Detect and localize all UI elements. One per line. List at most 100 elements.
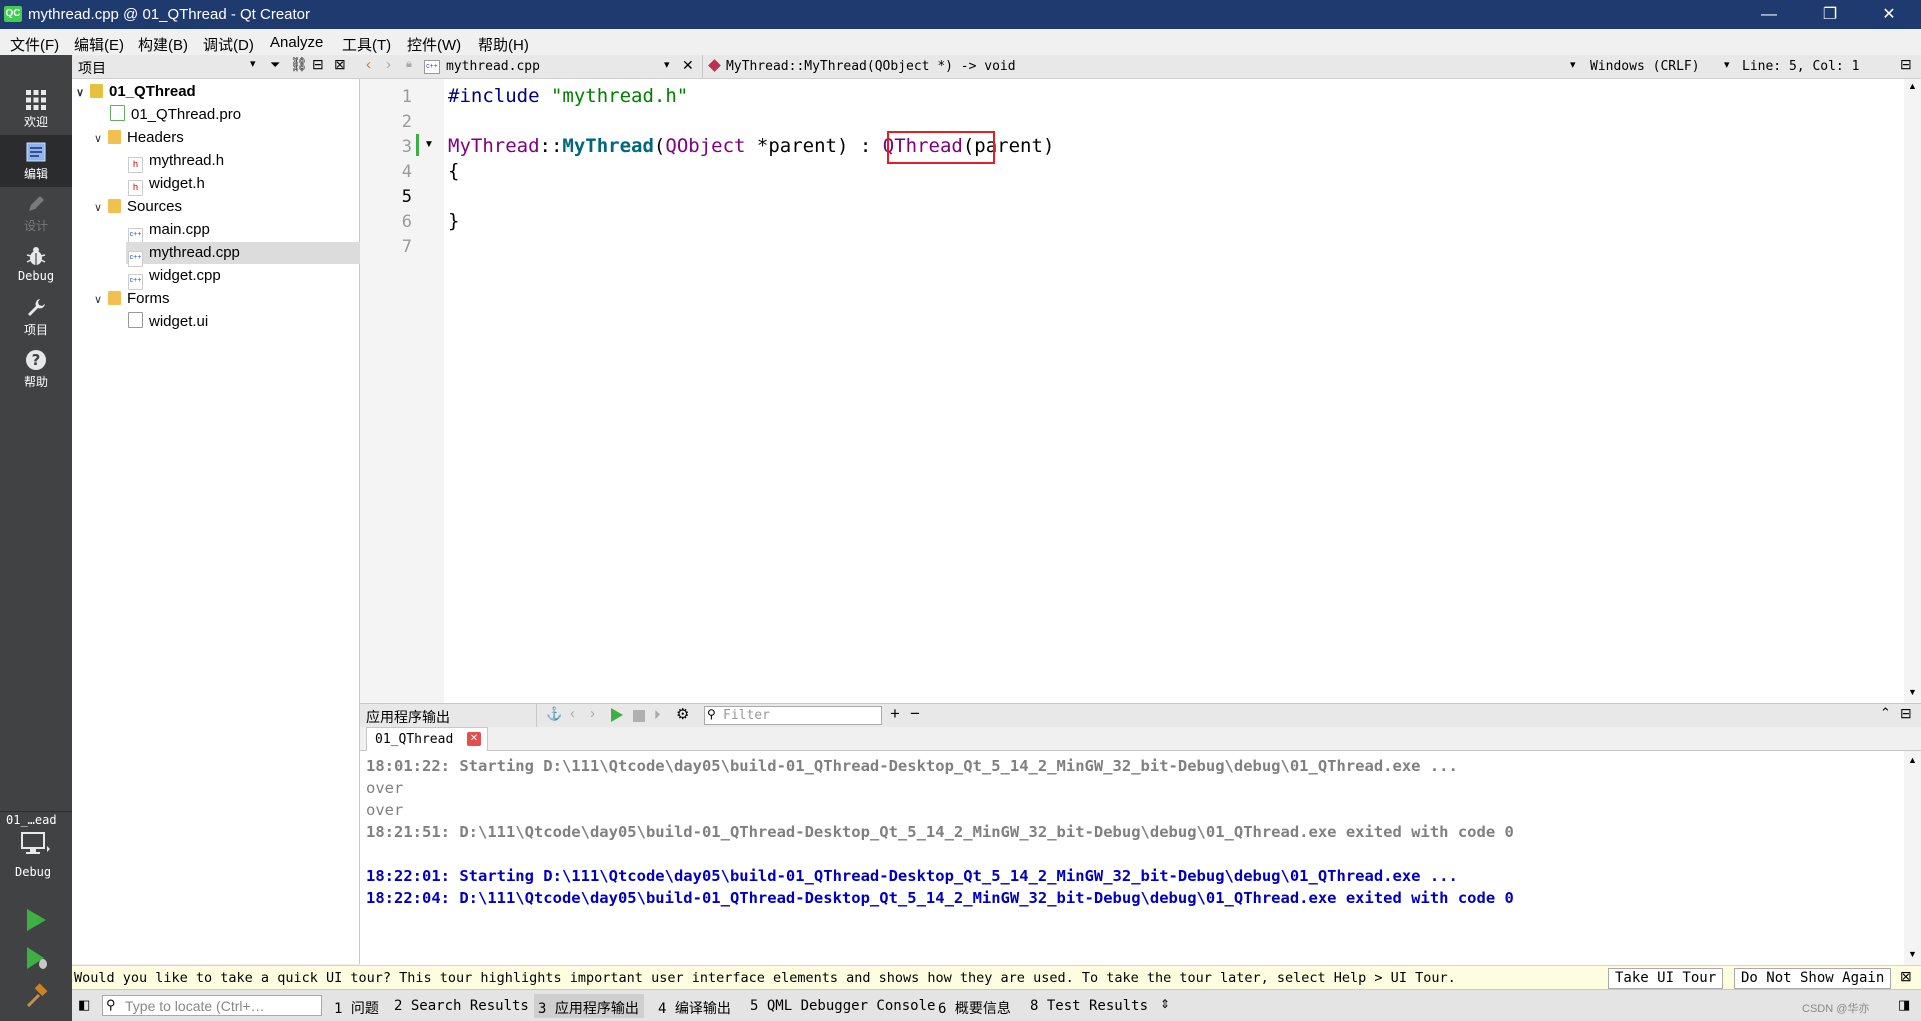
- nav-back-icon[interactable]: ‹: [366, 56, 371, 73]
- application-output[interactable]: 18:01:22: Starting D:\111\Qtcode\day05\b…: [360, 751, 1904, 965]
- nav-next-icon[interactable]: ›: [590, 705, 595, 722]
- gear-icon[interactable]: ⚙: [676, 705, 689, 723]
- view-dropdown-chevron-icon[interactable]: ▾: [250, 57, 256, 70]
- more-tabs-chevron-icon[interactable]: ⇕: [1160, 997, 1170, 1011]
- filter-input[interactable]: ⚲ Filter: [704, 706, 882, 725]
- scroll-up-arrow-icon[interactable]: ▲: [1908, 755, 1917, 765]
- menu-tools[interactable]: 工具(T): [342, 34, 391, 55]
- menu-build[interactable]: 构建(B): [138, 34, 188, 55]
- tree-item-widget-cpp[interactable]: c++ widget.cpp: [128, 265, 221, 290]
- kit-build-config: Debug: [15, 865, 52, 879]
- tree-item-forms[interactable]: ∨ Forms: [94, 288, 170, 310]
- chevron-down-icon[interactable]: ∨: [94, 289, 108, 311]
- tree-item-widget-ui[interactable]: widget.ui: [128, 311, 208, 333]
- status-tab-issues[interactable]: 1 问题: [334, 998, 379, 1018]
- link-editor-icon[interactable]: ⛓: [290, 56, 308, 73]
- tree-item-mythread-h[interactable]: h mythread.h: [128, 150, 224, 173]
- line-ending-chevron-icon[interactable]: ▾: [1724, 58, 1730, 71]
- infobar-message: Would you like to take a quick UI tour? …: [74, 970, 1456, 986]
- locator-input[interactable]: ⚲ Type to locate (Ctrl+…: [102, 995, 322, 1016]
- filter-icon[interactable]: ⏷: [270, 57, 280, 73]
- close-infobar-icon[interactable]: ⊠: [1900, 968, 1912, 985]
- close-document-icon[interactable]: ✕: [682, 57, 694, 74]
- zoom-out-icon[interactable]: −: [910, 704, 920, 724]
- tree-item-sources[interactable]: ∨ Sources: [94, 196, 182, 218]
- toggle-output-pane-icon[interactable]: ◨: [1898, 997, 1910, 1013]
- zoom-in-icon[interactable]: +: [890, 704, 900, 724]
- tree-item-01-qthread[interactable]: ∨ 01_QThread: [76, 81, 196, 103]
- fold-arrow-icon[interactable]: ▼: [424, 139, 434, 150]
- output-tab-01-qthread[interactable]: 01_QThread ✕: [366, 727, 488, 751]
- line-number-current: 5: [401, 187, 412, 207]
- nav-forward-icon[interactable]: ›: [386, 56, 391, 73]
- mode-help[interactable]: ? 帮助: [0, 343, 72, 395]
- menu-widgets[interactable]: 控件(W): [407, 34, 461, 55]
- status-tab-application-output[interactable]: 3 应用程序输出: [538, 998, 639, 1018]
- cursor-position[interactable]: Line: 5, Col: 1: [1742, 59, 1859, 74]
- tree-item-widget-h[interactable]: h widget.h: [128, 173, 205, 196]
- kit-selector[interactable]: [20, 831, 50, 860]
- nav-prev-icon[interactable]: ‹: [570, 705, 575, 722]
- mode-design[interactable]: 设计: [0, 187, 72, 239]
- line-number: 4: [401, 162, 412, 182]
- current-file-name[interactable]: mythread.cpp: [446, 59, 540, 74]
- chevron-down-icon[interactable]: ∨: [94, 128, 108, 150]
- ui-file-icon: [128, 312, 143, 328]
- file-dropdown-chevron-icon[interactable]: ▾: [664, 58, 670, 71]
- modified-line-marker: [416, 134, 419, 156]
- mode-welcome[interactable]: 欢迎: [0, 83, 72, 135]
- rerun-icon[interactable]: [610, 707, 624, 726]
- attach-icon[interactable]: ⚓: [546, 706, 562, 722]
- editor-vertical-scrollbar[interactable]: ▲ ▼: [1904, 79, 1921, 703]
- tree-item-mythread-cpp[interactable]: c++ mythread.cpp: [126, 242, 360, 267]
- split-editor-icon[interactable]: ⊟: [1900, 56, 1912, 73]
- attach-debugger-icon[interactable]: ⏵: [654, 707, 661, 723]
- menu-edit[interactable]: 编辑(E): [74, 34, 124, 55]
- scroll-up-arrow-icon[interactable]: ▲: [1908, 81, 1917, 91]
- restore-button[interactable]: ❐: [1810, 3, 1850, 27]
- maximize-pane-icon[interactable]: ⌃: [1880, 705, 1891, 721]
- do-not-show-again-button[interactable]: Do Not Show Again: [1734, 968, 1892, 989]
- kit-name[interactable]: 01_…ead: [6, 813, 57, 827]
- minimize-button[interactable]: —: [1749, 3, 1789, 27]
- scroll-down-arrow-icon[interactable]: ▼: [1908, 949, 1917, 959]
- close-tab-icon[interactable]: ✕: [467, 732, 481, 746]
- status-tab-test-results[interactable]: 8 Test Results: [1030, 998, 1148, 1014]
- output-vertical-scrollbar[interactable]: ▲ ▼: [1904, 751, 1921, 965]
- take-ui-tour-button[interactable]: Take UI Tour: [1608, 968, 1724, 989]
- menu-analyze[interactable]: Analyze: [270, 34, 323, 51]
- menu-debug[interactable]: 调试(D): [203, 34, 254, 55]
- close-pane-icon[interactable]: ⊠: [334, 56, 346, 73]
- project-folder-icon: [90, 84, 103, 98]
- build-button[interactable]: [24, 983, 50, 1012]
- mode-debug[interactable]: Debug: [0, 239, 72, 291]
- line-ending-selector[interactable]: Windows (CRLF): [1590, 59, 1700, 74]
- status-tab-compile-output[interactable]: 4 编译输出: [658, 998, 731, 1018]
- mode-edit[interactable]: 编辑: [0, 135, 72, 187]
- chevron-down-icon[interactable]: ∨: [76, 82, 90, 104]
- stop-icon[interactable]: [633, 710, 645, 722]
- tree-item-main-cpp[interactable]: c++ main.cpp: [128, 219, 210, 244]
- tree-item-01-qthread-pro[interactable]: 01_QThread.pro: [110, 104, 241, 126]
- symbol-dropdown-chevron-icon[interactable]: ▾: [1570, 58, 1576, 71]
- tree-item-headers[interactable]: ∨ Headers: [94, 127, 184, 149]
- symbol-selector[interactable]: MyThread::MyThread(QObject *) -> void: [726, 59, 1016, 74]
- scroll-down-arrow-icon[interactable]: ▼: [1908, 687, 1917, 697]
- status-tab-qml-debugger-console[interactable]: 5 QML Debugger Console: [750, 998, 935, 1014]
- output-tab-bar: 01_QThread ✕: [360, 727, 1921, 751]
- grid-icon: [22, 89, 50, 115]
- title-bar[interactable]: QC mythread.cpp @ 01_QThread - Qt Creato…: [0, 0, 1921, 29]
- close-pane-icon[interactable]: ⊟: [1900, 705, 1912, 722]
- run-button[interactable]: [24, 907, 48, 936]
- mode-projects[interactable]: 项目: [0, 291, 72, 343]
- split-icon[interactable]: ⊟: [312, 56, 324, 73]
- close-window-button[interactable]: ✕: [1869, 3, 1909, 27]
- status-tab-search-results[interactable]: 2 Search Results: [394, 998, 529, 1014]
- debug-run-button[interactable]: [24, 945, 50, 974]
- menu-help[interactable]: 帮助(H): [478, 34, 529, 55]
- menu-file[interactable]: 文件(F): [10, 34, 59, 55]
- chevron-down-icon[interactable]: ∨: [94, 197, 108, 219]
- toggle-sidebar-icon[interactable]: ◧: [78, 997, 90, 1013]
- code-editor[interactable]: #include "mythread.h" MyThread::MyThread…: [444, 79, 1904, 703]
- status-tab-general-messages[interactable]: 6 概要信息: [938, 998, 1011, 1018]
